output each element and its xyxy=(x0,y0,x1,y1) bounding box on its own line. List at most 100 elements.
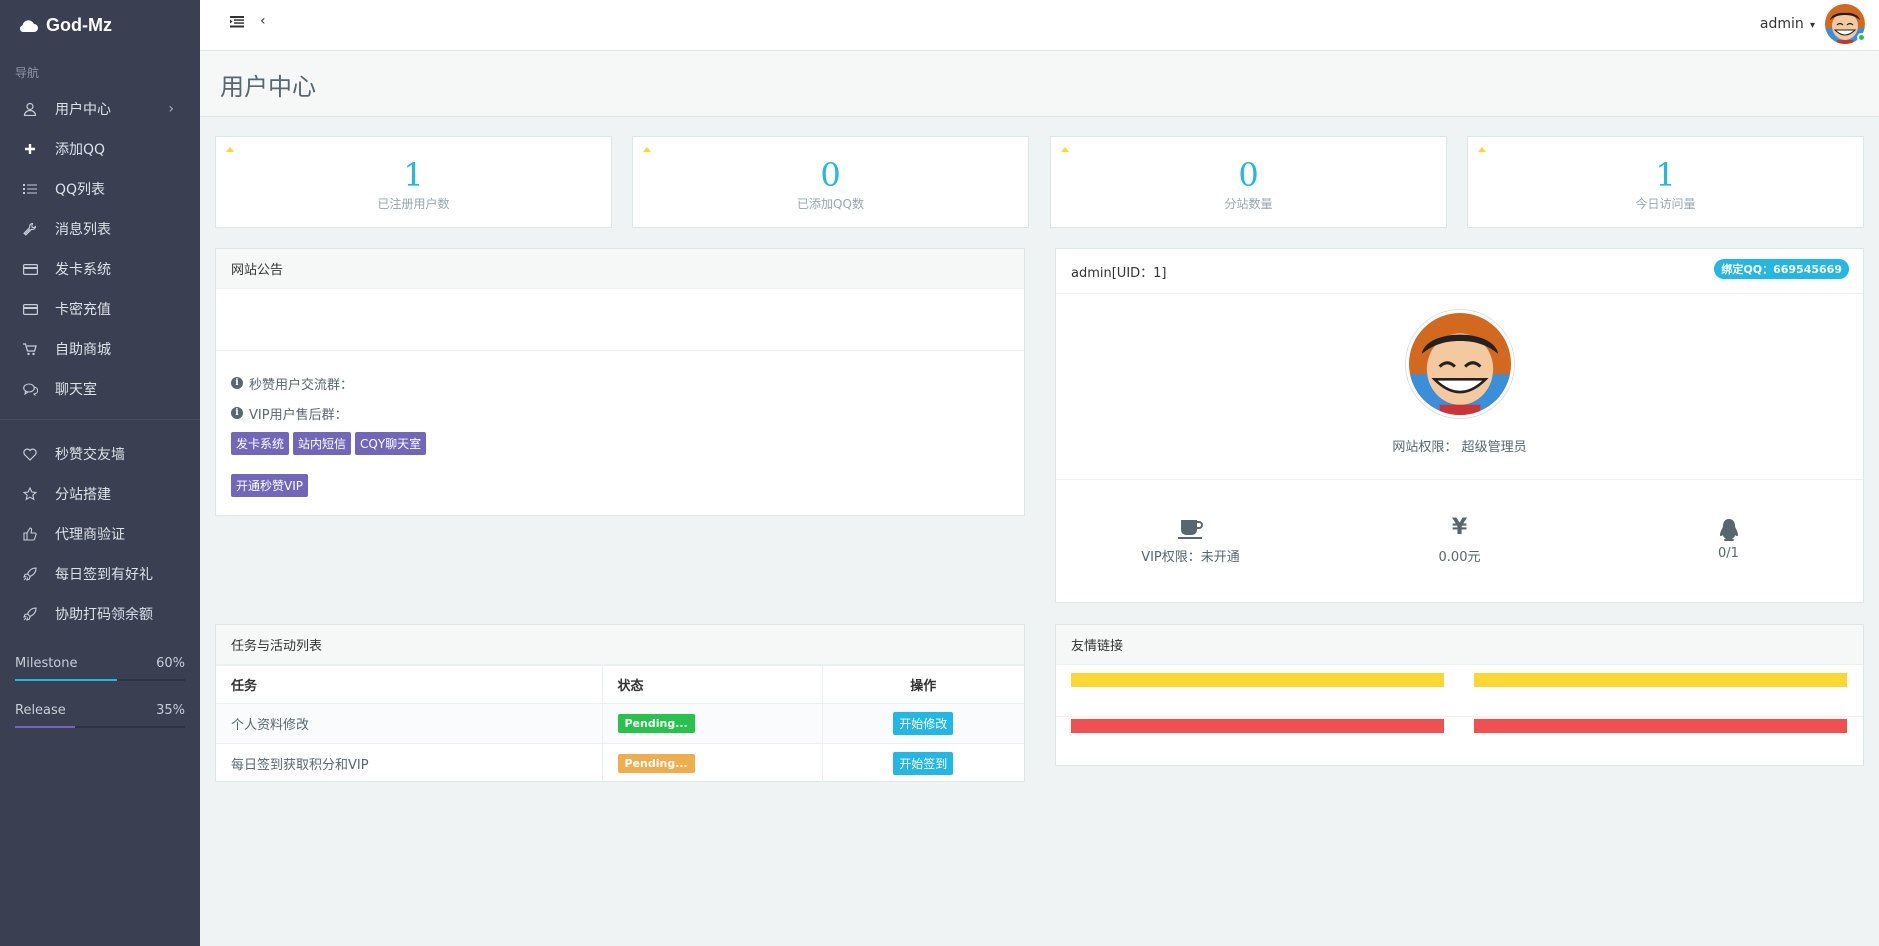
table-row: 个人资料修改 Pending... 开始修改 xyxy=(216,703,1024,744)
task-cell: 个人资料修改 xyxy=(216,703,603,744)
stat-label: 今日访问量 xyxy=(1635,197,1696,211)
brand[interactable]: God-Mz xyxy=(0,0,200,50)
open-vip-button[interactable]: 开通秒赞VIP xyxy=(231,474,308,497)
sidebar-item-agent-verify[interactable]: 代理商验证 xyxy=(0,514,200,554)
progress-track xyxy=(15,726,185,728)
chevron-right-icon: › xyxy=(168,101,174,117)
user-name[interactable]: admin ▾ xyxy=(1760,16,1815,32)
table-row: 每日签到获取积分和VIP Pending... 开始签到 xyxy=(216,743,1024,784)
online-status-dot xyxy=(1857,33,1866,42)
profile-panel: admin[UID：1] 绑定QQ：669545669 网站权限： 超级管理员 … xyxy=(1055,248,1864,603)
status-badge: Pending... xyxy=(617,754,695,774)
notice-panel: 网站公告 i 秒赞用户交流群： i VIP用户售后群： 发卡系统 站内短信 CQY聊天室… xyxy=(215,248,1025,516)
chevron-left-icon[interactable]: ‹ xyxy=(260,13,266,29)
stat-label: 已注册用户数 xyxy=(377,197,450,211)
balance-stat: ¥ 0.00元 xyxy=(1325,515,1594,566)
progress-release: Release 35% xyxy=(0,703,200,728)
info-icon: i xyxy=(231,377,243,389)
tasks-table: 任务 状态 操作 个人资料修改 Pending... 开始修改 每日签到获取积分… xyxy=(216,665,1024,784)
sidebar-item-qq-list[interactable]: QQ列表 xyxy=(0,169,200,209)
site-message-button[interactable]: 站内短信 xyxy=(293,432,352,455)
stat-value: 0 xyxy=(820,156,841,194)
friend-link[interactable] xyxy=(1474,719,1847,733)
plus-icon xyxy=(22,141,38,157)
sidebar-item-label: 用户中心 xyxy=(55,102,111,118)
yen-icon: ¥ xyxy=(1451,515,1468,540)
column-header: 任务 xyxy=(216,665,603,704)
wrench-icon xyxy=(22,221,38,237)
top-header: ‹ admin ▾ xyxy=(200,0,1879,51)
role-value: 超级管理员 xyxy=(1461,440,1527,455)
sidebar-divider xyxy=(0,419,200,420)
sidebar-item-captcha-help[interactable]: 协助打码领余额 xyxy=(0,594,200,634)
avatar[interactable] xyxy=(1825,4,1866,44)
user-menu[interactable]: admin ▾ xyxy=(1760,4,1866,44)
vip-text: VIP权限：未开通 xyxy=(1141,550,1240,565)
sidebar-item-label: 添加QQ xyxy=(55,142,106,158)
card-system-button[interactable]: 发卡系统 xyxy=(231,432,290,455)
caret-up-icon xyxy=(1478,147,1486,152)
caret-up-icon xyxy=(226,147,234,152)
penguin-icon xyxy=(1594,518,1863,542)
sidebar-item-label: 协助打码领余额 xyxy=(55,607,153,623)
sidebar-item-card-recharge[interactable]: 卡密充值 xyxy=(0,289,200,329)
balance-text: 0.00元 xyxy=(1438,550,1481,565)
sidebar-item-label: 代理商验证 xyxy=(55,527,125,543)
sidebar-item-substation[interactable]: 分站搭建 xyxy=(0,474,200,514)
stat-label: 已添加QQ数 xyxy=(797,197,864,211)
sidebar-item-label: 消息列表 xyxy=(55,222,111,238)
qq-count-text: 0/1 xyxy=(1718,546,1739,561)
column-header: 操作 xyxy=(822,665,1024,704)
start-edit-button[interactable]: 开始修改 xyxy=(893,712,954,735)
friend-link[interactable] xyxy=(1071,719,1444,733)
coffee-icon xyxy=(1056,518,1325,542)
page-heading-bar: 用户中心 xyxy=(200,51,1879,117)
menu-toggle-icon[interactable] xyxy=(230,16,244,32)
progress-milestone: Milestone 60% xyxy=(0,656,200,681)
profile-avatar xyxy=(1405,310,1514,418)
progress-track xyxy=(15,679,185,681)
sidebar-item-chatroom[interactable]: 聊天室 xyxy=(0,369,200,409)
profile-heading: admin[UID：1] 绑定QQ：669545669 xyxy=(1056,249,1863,294)
sidebar-item-card-system[interactable]: 发卡系统 xyxy=(0,249,200,289)
links-panel: 友情链接 xyxy=(1055,624,1864,766)
caret-up-icon xyxy=(643,147,651,152)
info-line: i 秒赞用户交流群： xyxy=(231,368,1009,398)
page-title: 用户中心 xyxy=(220,73,316,101)
sidebar-item-messages[interactable]: 消息列表 xyxy=(0,209,200,249)
stat-registered-users: 1 已注册用户数 xyxy=(215,136,612,228)
panel-heading: 友情链接 xyxy=(1056,625,1863,665)
heart-icon xyxy=(22,446,38,462)
table-header-row: 任务 状态 操作 xyxy=(216,665,1024,704)
chatroom-button[interactable]: CQY聊天室 xyxy=(355,432,427,455)
cart-icon xyxy=(22,341,38,357)
stat-label: 分站数量 xyxy=(1224,197,1273,211)
sidebar-item-friend-wall[interactable]: 秒赞交友墙 xyxy=(0,434,200,474)
sidebar-item-add-qq[interactable]: 添加QQ xyxy=(0,129,200,169)
stat-added-qq: 0 已添加QQ数 xyxy=(632,136,1029,228)
start-signin-button[interactable]: 开始签到 xyxy=(893,752,954,776)
sidebar-item-label: QQ列表 xyxy=(55,182,106,198)
links-row xyxy=(1056,665,1863,717)
qq-stat: 0/1 xyxy=(1594,518,1863,565)
bind-qq-badge: 绑定QQ：669545669 xyxy=(1714,259,1849,279)
stat-value: 1 xyxy=(403,156,424,194)
vip-stat: VIP权限：未开通 xyxy=(1056,518,1325,565)
progress-fill xyxy=(15,726,75,728)
progress-value: 60% xyxy=(156,656,185,671)
links-row xyxy=(1056,717,1863,765)
tasks-panel: 任务与活动列表 任务 状态 操作 个人资料修改 Pending... 开始修改 … xyxy=(215,624,1025,784)
friend-link[interactable] xyxy=(1474,673,1847,687)
sidebar-item-user-center[interactable]: 用户中心 › xyxy=(0,89,200,129)
sidebar-item-label: 发卡系统 xyxy=(55,262,111,278)
sidebar-item-label: 每日签到有好礼 xyxy=(55,567,153,583)
task-cell: 每日签到获取积分和VIP xyxy=(216,743,603,784)
progress-fill xyxy=(15,679,117,681)
friend-link[interactable] xyxy=(1071,673,1444,687)
stat-substations: 0 分站数量 xyxy=(1050,136,1447,228)
sidebar-item-daily-signin[interactable]: 每日签到有好礼 xyxy=(0,554,200,594)
stat-value: 1 xyxy=(1655,156,1676,194)
sidebar-item-shop[interactable]: 自助商城 xyxy=(0,329,200,369)
brand-name: God-Mz xyxy=(46,14,112,35)
sidebar-item-label: 卡密充值 xyxy=(55,302,111,318)
